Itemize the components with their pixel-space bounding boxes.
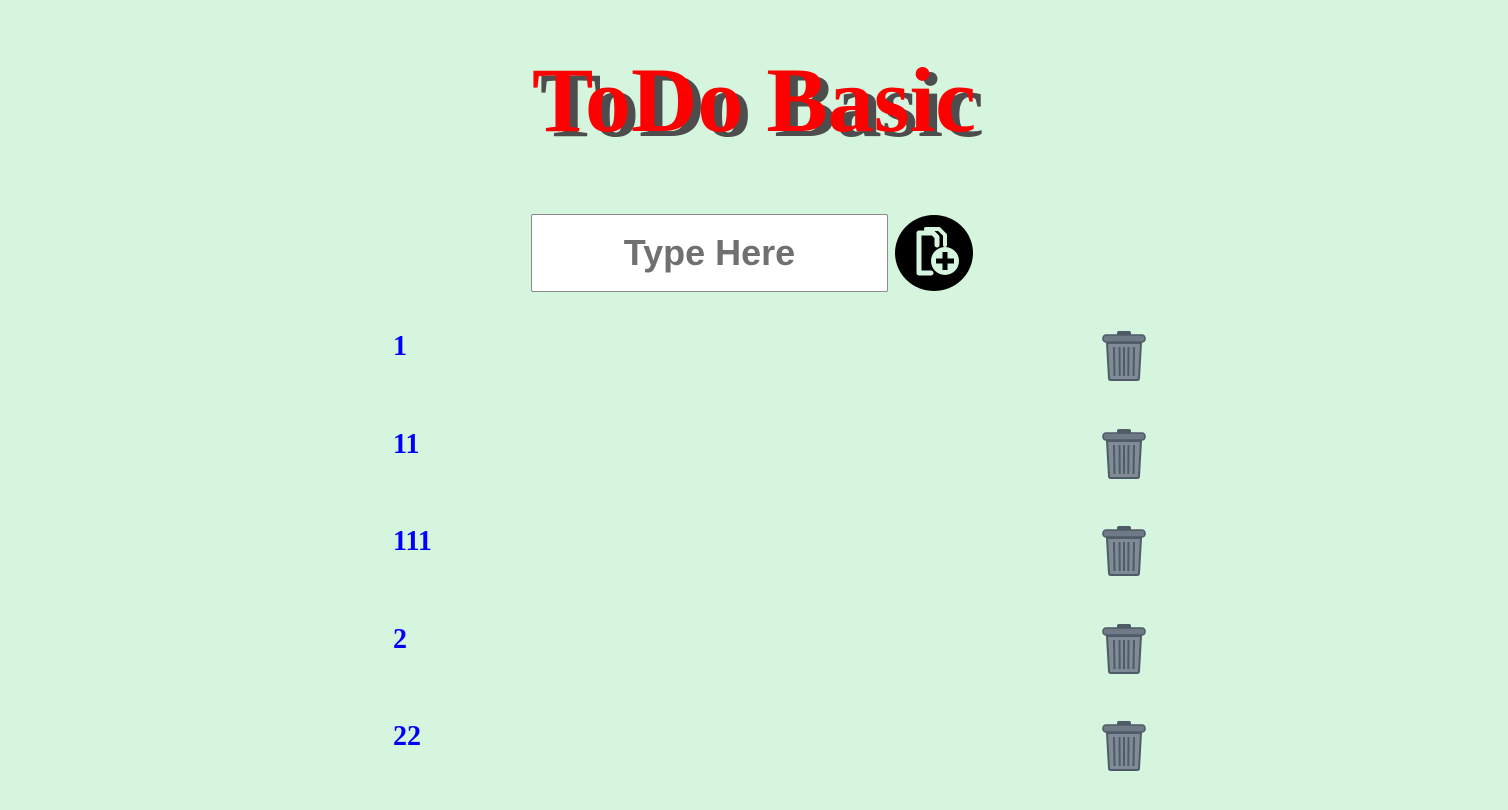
- todo-item-text: 11: [393, 428, 420, 460]
- todo-input[interactable]: [531, 214, 888, 292]
- trash-icon: [1102, 623, 1146, 674]
- page-title: ToDo Basic: [532, 49, 976, 151]
- add-todo-button[interactable]: [895, 215, 973, 291]
- delete-button[interactable]: [1098, 328, 1150, 382]
- todo-item-text: 111: [393, 526, 432, 557]
- delete-button[interactable]: [1098, 523, 1150, 577]
- todo-item-text: 22: [393, 721, 421, 752]
- trash-icon: [1102, 721, 1146, 771]
- list-item: 22: [0, 710, 1508, 808]
- list-item: 1: [0, 320, 1508, 418]
- delete-button[interactable]: [1098, 621, 1150, 675]
- trash-icon: [1102, 331, 1146, 381]
- list-item: 111: [0, 515, 1508, 613]
- trash-icon: [1102, 526, 1146, 576]
- delete-button[interactable]: [1098, 718, 1150, 772]
- list-item: 11: [0, 418, 1508, 516]
- todo-item-text: 2: [393, 623, 407, 655]
- todo-item-text: 1: [393, 331, 407, 362]
- delete-button[interactable]: [1098, 426, 1150, 480]
- list-item: 2: [0, 613, 1508, 711]
- file-plus-icon: [916, 227, 959, 276]
- add-todo-form: [531, 214, 976, 292]
- trash-icon: [1102, 428, 1146, 479]
- todo-list: 1 11 111 2 22: [0, 320, 1508, 808]
